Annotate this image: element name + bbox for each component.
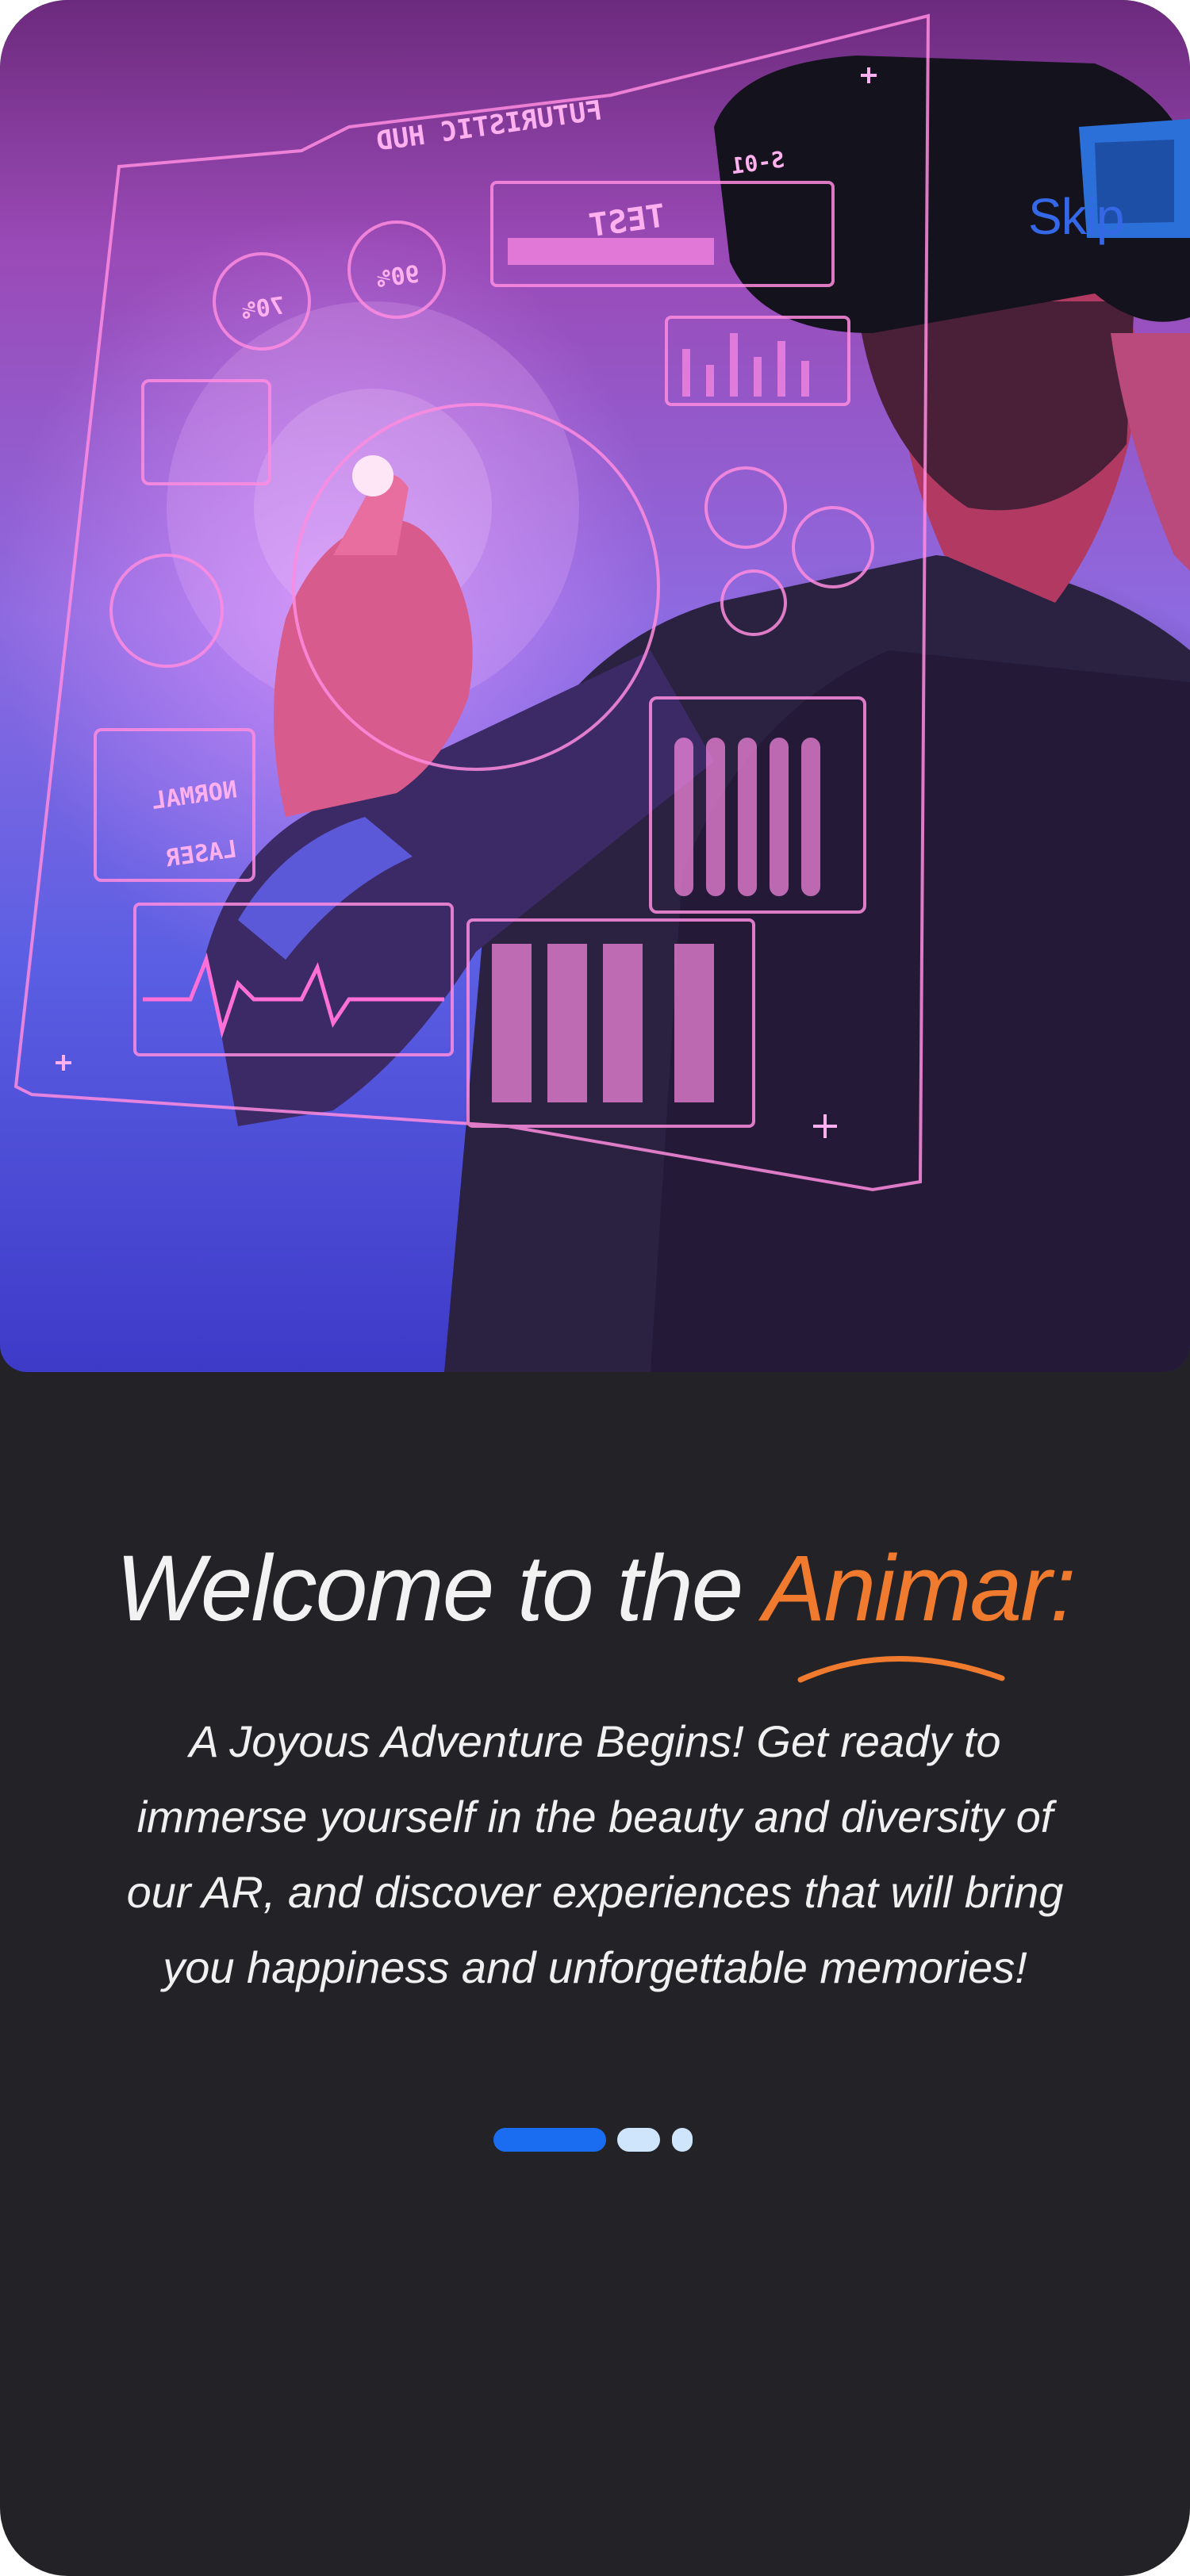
onboarding-description: A Joyous Adventure Begins! Get ready to …	[126, 1716, 1064, 1992]
hud-gauge-right-text: 90%	[375, 260, 422, 293]
title-prefix: Welcome to the	[115, 1536, 763, 1641]
title-accent-brand: Animar:	[762, 1536, 1077, 1641]
hero-image: FUTURISTIC HUD TEST S-01 70% 90% NORMAL …	[0, 0, 1190, 1372]
skip-button[interactable]: Skip	[1028, 187, 1124, 246]
hud-test-text: TEST	[587, 197, 668, 244]
vr-hud-illustration: FUTURISTIC HUD TEST S-01 70% 90% NORMAL …	[13, 13, 1190, 1372]
hud-title-text: FUTURISTIC HUD	[374, 94, 604, 157]
onboarding-screen: FUTURISTIC HUD TEST S-01 70% 90% NORMAL …	[0, 0, 1190, 2576]
hud-mode-b-text: LASER	[163, 835, 239, 872]
hud-gauge-left-text: 70%	[240, 292, 287, 325]
onboarding-title: Welcome to the Animar:	[0, 1535, 1190, 1643]
hud-mode-a-text: NORMAL	[150, 776, 239, 815]
page-indicator-dot	[617, 2128, 660, 2152]
page-indicator-dot	[672, 2128, 693, 2152]
title-underline-swoosh	[797, 1656, 1005, 1683]
page-indicator-dot-active	[493, 2128, 606, 2152]
